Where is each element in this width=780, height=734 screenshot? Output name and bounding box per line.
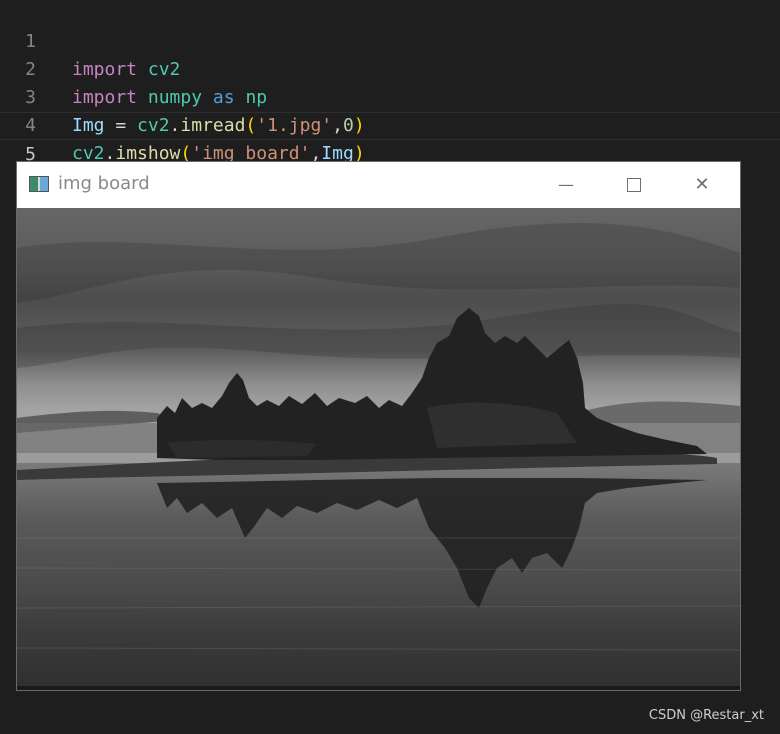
minimize-button[interactable]: — [532,162,600,208]
app-icon [29,176,49,192]
image-window[interactable]: img board — ✕ [17,162,740,690]
code-line-2[interactable]: 2 import numpy as np [0,28,780,108]
code-token: 'img board' [191,143,311,164]
code-line-4[interactable]: 4 cv2.imshow('img board',Img) [0,84,780,164]
code-token: . [104,143,116,164]
code-line-1[interactable]: 1 import cv2 [0,0,780,80]
close-button[interactable]: ✕ [668,162,736,208]
code-line-3[interactable]: 3 Img = cv2.imread('1.jpg',0) [0,56,780,136]
code-editor[interactable]: 1 import cv2 2 import numpy as np 3 Img … [0,0,780,193]
code-line-5[interactable]: 5 cv2.waitKey(0) [0,112,780,193]
close-icon: ✕ [694,174,710,195]
code-token: Img [321,143,354,164]
code-token: , [310,143,322,164]
window-titlebar[interactable]: img board — ✕ [17,162,740,208]
window-title: img board [58,173,150,194]
code-token: imshow [115,143,181,164]
code-token: ) [353,143,365,164]
image-canvas [17,208,740,690]
watermark: CSDN @Restar_xt [648,708,764,723]
code-token: cv2 [72,143,105,164]
maximize-button[interactable] [600,162,668,208]
maximize-icon [627,178,641,192]
code-token: ( [180,143,192,164]
screen: 1 import cv2 2 import numpy as np 3 Img … [0,0,780,734]
minimize-icon: — [558,175,574,194]
grayscale-landscape-image [17,222,740,690]
